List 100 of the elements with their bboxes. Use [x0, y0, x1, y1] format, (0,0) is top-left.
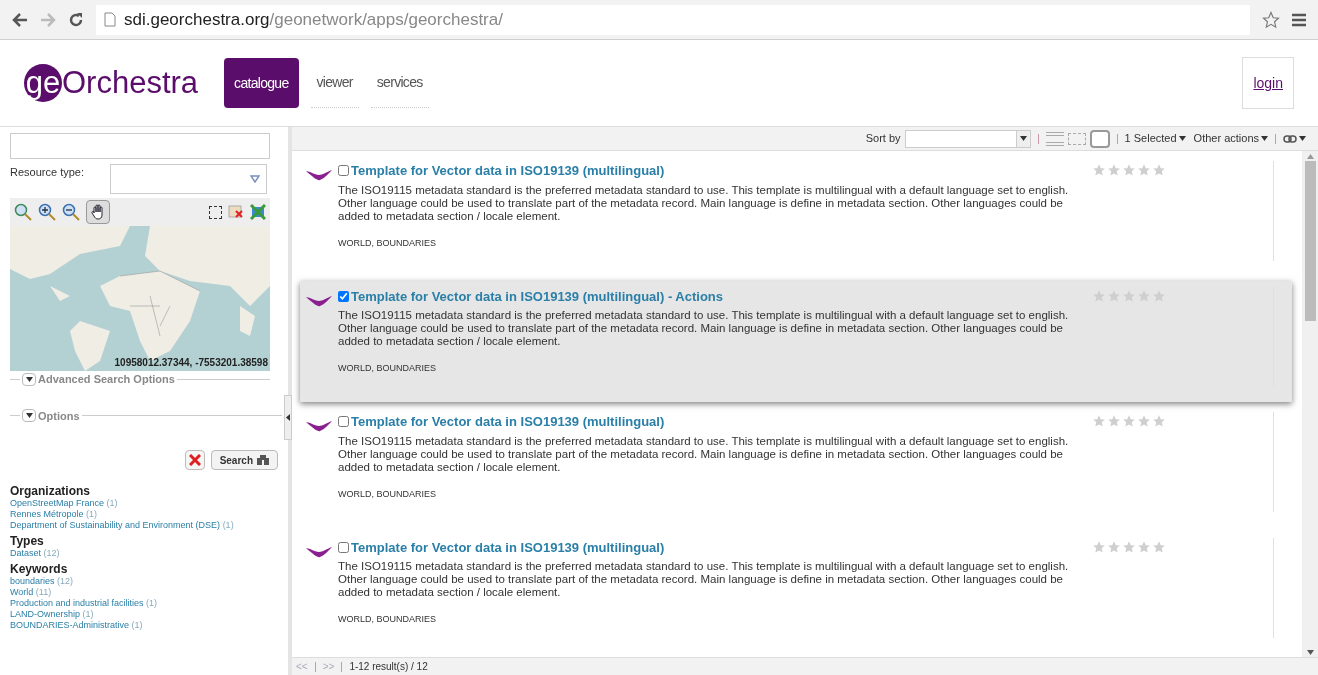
star-icon[interactable]: [1107, 163, 1121, 177]
separator: [341, 661, 343, 672]
clear-selection-icon[interactable]: [228, 205, 244, 219]
sort-label: Sort by: [865, 131, 901, 147]
hand-icon: [91, 204, 105, 220]
rating-stars[interactable]: [1092, 414, 1166, 428]
collapse-handle[interactable]: [284, 395, 292, 440]
zoom-out-icon[interactable]: [62, 203, 80, 221]
facet-link[interactable]: LAND-Ownership (1): [10, 609, 278, 620]
scrollbar[interactable]: [1302, 151, 1318, 657]
record-checkbox[interactable]: [338, 165, 349, 177]
record-abstract: The ISO19115 metadata standard is the preferred metadata standard to use. This template is multilingual with a default language set to english. Other language could be used to translate part of the metadata record. Main language is define in metadata section. Other languages could be added to metadata section / locale element.: [338, 309, 1070, 348]
reload-icon[interactable]: [68, 11, 84, 28]
pan-tool-button[interactable]: [86, 200, 110, 224]
menu-icon[interactable]: [1292, 12, 1306, 27]
detail-view-icon[interactable]: [1089, 129, 1110, 148]
star-icon[interactable]: [1122, 414, 1136, 428]
record-keywords: WORLD, BOUNDARIES: [338, 236, 437, 250]
scrollbar-thumb[interactable]: [1304, 161, 1316, 321]
other-actions-menu[interactable]: Other actions: [1193, 130, 1268, 147]
star-icon[interactable]: [1092, 414, 1106, 428]
bird-icon: [306, 545, 332, 558]
section-title[interactable]: Options: [38, 407, 80, 424]
record-abstract: The ISO19115 metadata standard is the preferred metadata standard to use. This template is multilingual with a default language set to english. Other language could be used to translate part of the metadata record. Main language is define in metadata section. Other languages could be added to metadata section / locale element.: [338, 434, 1070, 474]
record-keywords: WORLD, BOUNDARIES: [338, 487, 437, 501]
rating-stars[interactable]: [1092, 163, 1166, 177]
facet-link[interactable]: Production and industrial facilities (1): [10, 598, 278, 609]
login-link[interactable]: login: [1242, 57, 1294, 109]
facet-link[interactable]: boundaries (12): [10, 576, 278, 587]
record-title[interactable]: Template for Vector data in ISO19139 (multilingual): [351, 537, 665, 557]
page-icon: [104, 12, 116, 27]
sort-dropdown[interactable]: [904, 129, 1031, 148]
dropdown-icon: [250, 175, 260, 183]
resource-type-dropdown[interactable]: [110, 164, 267, 194]
link-menu[interactable]: [1283, 134, 1306, 143]
caret-icon: [1306, 153, 1314, 159]
star-icon[interactable]: [1092, 163, 1106, 177]
star-icon[interactable]: [1107, 414, 1121, 428]
star-icon[interactable]: [1262, 10, 1280, 29]
search-button[interactable]: Search: [210, 450, 278, 470]
close-icon: [188, 454, 201, 466]
address-bar[interactable]: sdi.georchestra.org/geonetwork/apps/georchestra/: [96, 4, 1250, 35]
star-icon[interactable]: [1152, 414, 1166, 428]
grid-view-icon[interactable]: [1067, 132, 1086, 145]
rating-stars[interactable]: [1092, 539, 1166, 554]
star-icon[interactable]: [1107, 539, 1121, 554]
separator: [1037, 133, 1039, 144]
star-icon[interactable]: [1092, 539, 1106, 554]
results-count: 1-12 result(s) / 12: [349, 660, 428, 674]
star-icon[interactable]: [1137, 414, 1151, 428]
facet-title: Keywords: [10, 562, 69, 576]
zoom-in-icon[interactable]: [38, 203, 56, 221]
back-icon[interactable]: [12, 12, 28, 27]
record-card[interactable]: [300, 280, 1292, 402]
record-checkbox[interactable]: [338, 416, 349, 428]
logo[interactable]: geOrchestra: [24, 59, 199, 107]
record-title[interactable]: Template for Vector data in ISO19139 (multilingual): [351, 412, 665, 432]
search-field[interactable]: [10, 133, 270, 159]
star-icon[interactable]: [1122, 539, 1136, 554]
url-text: sdi.georchestra.org/geonetwork/apps/georchestra/: [124, 8, 503, 31]
star-icon[interactable]: [1137, 539, 1151, 554]
nav-tab[interactable]: catalogue: [224, 58, 299, 108]
star-icon[interactable]: [1122, 163, 1136, 177]
forward-icon[interactable]: [40, 12, 56, 27]
record-abstract: The ISO19115 metadata standard is the preferred metadata standard to use. This template is multilingual with a default language set to english. Other language could be used to translate part of the metadata record. Main language is define in metadata section. Other languages could be added to metadata section / locale element.: [338, 183, 1070, 223]
star-icon[interactable]: [1152, 539, 1166, 554]
record-keywords: WORLD, BOUNDARIES: [338, 613, 437, 626]
caret-icon: [25, 413, 33, 419]
facet-link[interactable]: Dataset (12): [10, 548, 278, 559]
expand-toggle[interactable]: [22, 372, 36, 386]
caret-icon: [1299, 136, 1306, 141]
record-title[interactable]: Template for Vector data in ISO19139 (multilingual): [351, 161, 665, 181]
box-select-icon[interactable]: [209, 205, 222, 219]
list-view-icon[interactable]: [1045, 131, 1064, 146]
expand-toggle[interactable]: [22, 409, 36, 423]
caret-icon: [1178, 136, 1186, 141]
record-checkbox[interactable]: [338, 290, 349, 302]
nav-tab[interactable]: viewer: [310, 58, 359, 108]
map-coordinates: 10958012.37344, -7553201.38598: [114, 356, 268, 370]
clear-button[interactable]: [184, 450, 205, 470]
nav-tab[interactable]: services: [370, 58, 429, 108]
facet-link[interactable]: Department of Sustainability and Environment (DSE) (1): [10, 520, 278, 531]
facet-link[interactable]: OpenStreetMap France (1): [10, 498, 278, 509]
selected-menu[interactable]: 1 Selected: [1124, 130, 1186, 147]
facet-link[interactable]: BOUNDARIES-Administrative (1): [10, 620, 278, 631]
separator: [1116, 133, 1118, 144]
facet-link[interactable]: Rennes Métropole (1): [10, 509, 278, 520]
caret-icon: [1261, 136, 1268, 141]
star-icon[interactable]: [1152, 163, 1166, 177]
record-keywords: WORLD, BOUNDARIES: [338, 362, 437, 375]
caret-icon: [1306, 649, 1314, 655]
section-title[interactable]: Advanced Search Options: [38, 371, 175, 388]
resource-type-label: Resource type:: [10, 165, 85, 180]
star-icon[interactable]: [1137, 163, 1151, 177]
record-title[interactable]: Template for Vector data in ISO19139 (multilingual) - Actions: [351, 286, 724, 306]
record-checkbox[interactable]: [338, 541, 349, 553]
link-icon: [1283, 134, 1297, 143]
facet-link[interactable]: World (11): [10, 587, 278, 598]
zoom-extent-icon[interactable]: [14, 203, 32, 221]
bird-icon: [306, 169, 332, 181]
